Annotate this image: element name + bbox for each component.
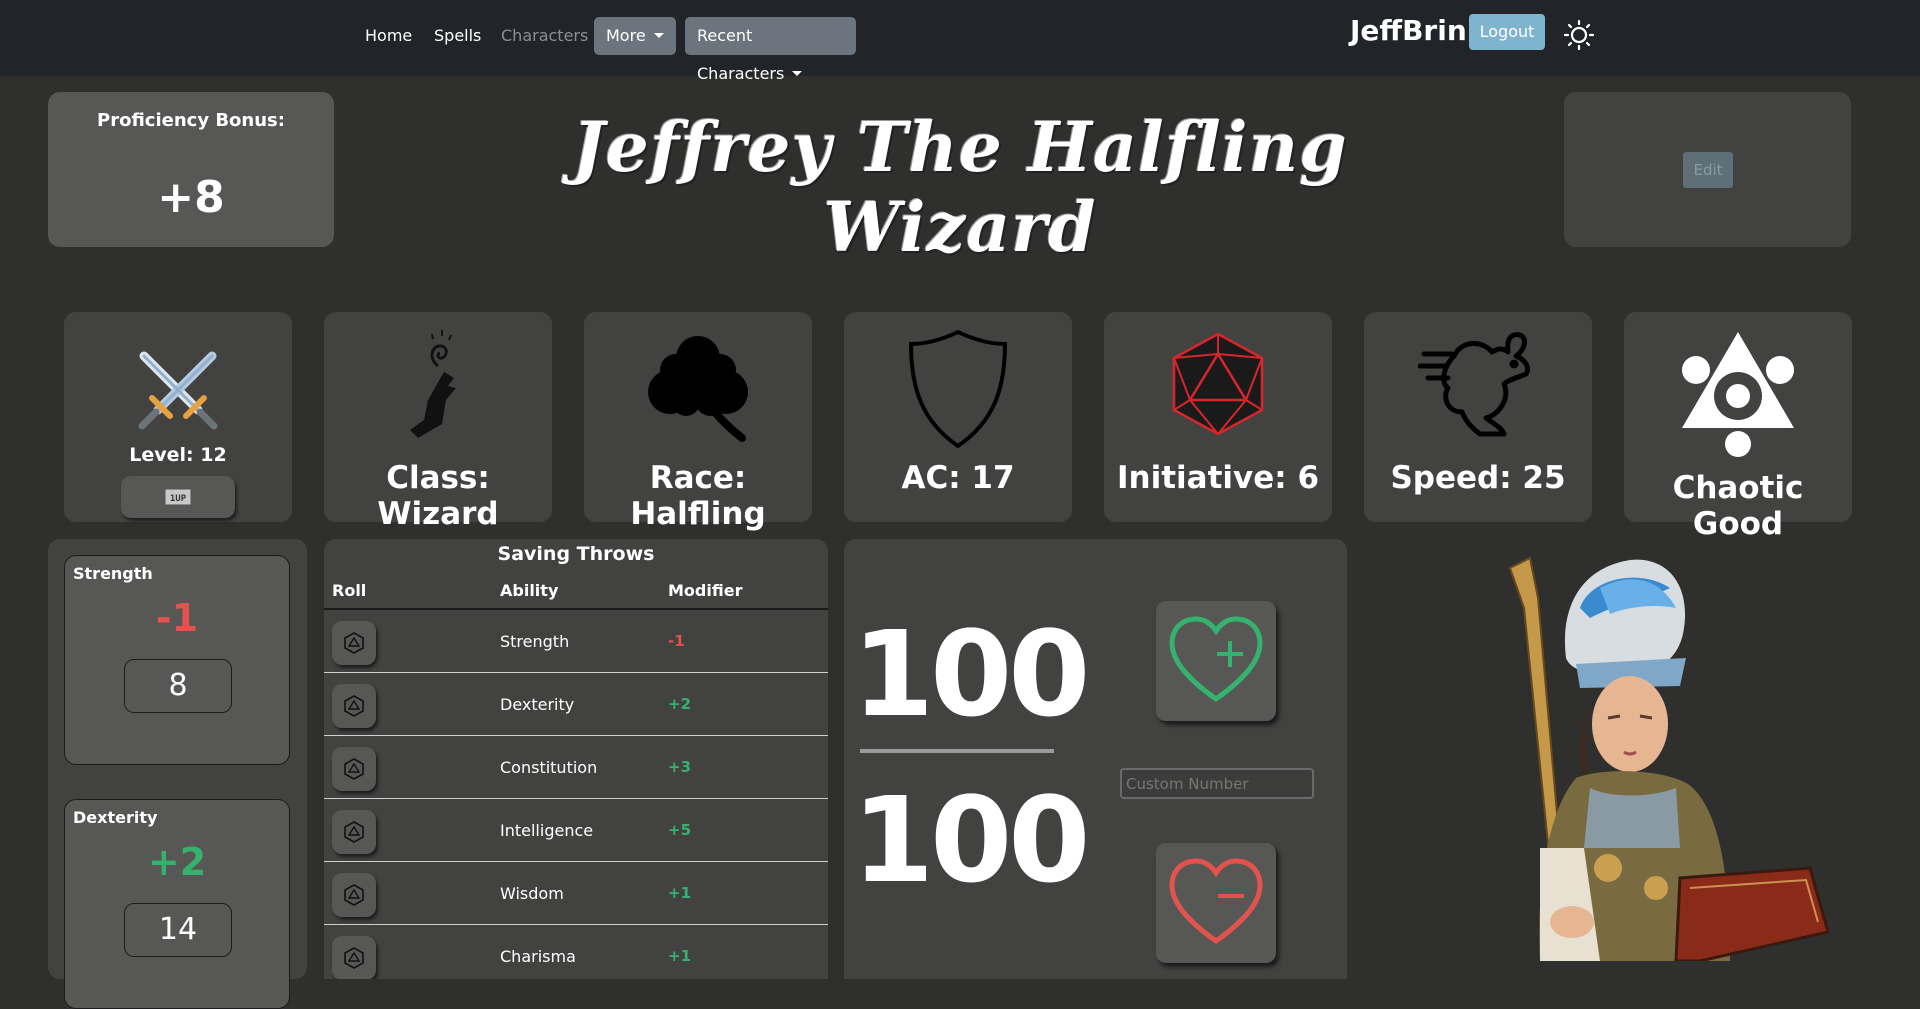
level-up-icon: 1UP: [164, 488, 192, 506]
initiative-card: Initiative: 6: [1104, 312, 1332, 522]
alignment-label: Chaotic Good: [1672, 470, 1804, 542]
alignment-card: Chaotic Good: [1624, 312, 1852, 542]
saving-throws-title: Saving Throws: [497, 543, 655, 565]
saving-throw-ability: Constitution: [500, 758, 598, 777]
saving-throw-row: Constitution +3: [324, 736, 828, 799]
character-name: Jeffrey The Halfling Wizard: [572, 108, 1348, 268]
initiative-label: Initiative: 6: [1116, 460, 1320, 496]
crossed-swords-icon: [138, 351, 218, 430]
sun-icon[interactable]: [1563, 19, 1595, 51]
saving-throw-ability: Charisma: [500, 947, 576, 966]
saving-throw-modifier: +3: [668, 758, 692, 776]
saving-throw-modifier: +1: [668, 947, 692, 965]
level-card: Level: 12 1UP: [64, 312, 292, 522]
heal-button[interactable]: [1156, 601, 1276, 721]
d20-icon: [344, 884, 364, 906]
caret-down-icon: [792, 71, 803, 76]
recent-characters-dropdown-button[interactable]: Recent Characters: [685, 17, 856, 83]
d20-icon: [1172, 332, 1264, 436]
max-hp: 100: [852, 771, 1090, 909]
abilities-panel: Strength -1 8 Dexterity +2 14: [48, 539, 307, 1009]
running-rabbit-icon: [1418, 332, 1531, 437]
more-dropdown-button[interactable]: More: [594, 17, 676, 55]
ac-card: AC: 17: [844, 312, 1072, 522]
roll-dice-button[interactable]: [332, 747, 376, 791]
saving-throw-row: Strength -1: [324, 610, 828, 673]
roll-dice-button[interactable]: [332, 810, 376, 854]
ability-dexterity: Dexterity +2 14: [64, 799, 290, 1009]
saving-throws-panel: Saving Throws Roll Ability Modifier Stre…: [324, 539, 828, 979]
edit-panel: Edit: [1564, 92, 1851, 247]
nav-spells-link[interactable]: Spells: [434, 26, 481, 45]
ability-modifier: -1: [155, 596, 199, 640]
d20-icon: [344, 632, 364, 654]
clover-icon: [648, 336, 748, 442]
column-header-ability: Ability: [500, 581, 559, 600]
damage-button[interactable]: [1156, 843, 1276, 963]
nav-home-link[interactable]: Home: [365, 26, 412, 45]
more-label: More: [606, 26, 646, 45]
saving-throw-modifier: -1: [668, 632, 685, 650]
roll-dice-button[interactable]: [332, 873, 376, 917]
ac-label: AC: 17: [901, 460, 1015, 496]
current-hp: 100: [852, 605, 1090, 743]
race-card: Race: Halfling: [584, 312, 812, 532]
custom-number-input[interactable]: [1120, 768, 1314, 799]
d20-icon: [344, 947, 364, 969]
proficiency-label: Proficiency Bonus:: [97, 110, 285, 131]
ability-name: Strength: [73, 564, 153, 583]
saving-throw-row: Intelligence +5: [324, 799, 828, 862]
character-portrait: [1486, 548, 1830, 961]
d20-icon: [344, 695, 364, 717]
roll-dice-button[interactable]: [332, 621, 376, 665]
saving-throw-ability: Dexterity: [500, 695, 575, 714]
class-card: Class: Wizard: [324, 312, 552, 532]
saving-throw-ability: Intelligence: [500, 821, 594, 840]
speed-card: Speed: 25: [1364, 312, 1592, 522]
saving-throw-modifier: +1: [668, 884, 692, 902]
recent-label: Recent Characters: [697, 26, 785, 83]
nav-characters-link[interactable]: Characters: [501, 26, 588, 45]
navbar: Home Spells Characters More Recent Chara…: [0, 0, 1920, 83]
casting-hand-icon: [410, 330, 456, 438]
d20-icon: [344, 821, 364, 843]
roll-dice-button[interactable]: [332, 684, 376, 728]
heart-plus-icon: [1169, 616, 1263, 703]
hp-divider: [860, 749, 1054, 753]
ability-strength: Strength -1 8: [64, 555, 290, 765]
username: JeffBrin: [1350, 14, 1467, 47]
caret-down-icon: [653, 33, 664, 38]
d20-icon: [344, 758, 364, 780]
column-header-roll: Roll: [332, 581, 367, 600]
class-label: Class: Wizard: [377, 460, 499, 532]
saving-throw-ability: Wisdom: [500, 884, 564, 903]
level-up-button[interactable]: 1UP: [121, 476, 235, 518]
edit-button[interactable]: Edit: [1683, 152, 1733, 188]
ability-score-field[interactable]: 14: [124, 903, 232, 957]
ability-score-field[interactable]: 8: [124, 659, 232, 713]
heart-minus-icon: [1169, 858, 1263, 945]
speed-label: Speed: 25: [1390, 460, 1566, 496]
race-label: Race: Halfling: [630, 460, 766, 532]
shield-icon: [908, 329, 1008, 449]
roll-dice-button[interactable]: [332, 936, 376, 979]
logout-button[interactable]: Logout: [1469, 14, 1545, 50]
column-header-modifier: Modifier: [668, 581, 743, 600]
level-label: Level: 12: [129, 444, 227, 466]
ability-modifier: +2: [147, 840, 207, 884]
proficiency-value: +8: [157, 172, 225, 223]
saving-throw-ability: Strength: [500, 632, 570, 651]
saving-throw-modifier: +2: [668, 695, 692, 713]
saving-throw-row: Dexterity +2: [324, 673, 828, 736]
ability-name: Dexterity: [73, 808, 158, 827]
saving-throw-row: Wisdom +1: [324, 862, 828, 925]
svg-text:1UP: 1UP: [170, 494, 187, 504]
hit-points-panel: 100 100: [844, 539, 1347, 979]
saving-throw-modifier: +5: [668, 821, 692, 839]
alignment-symbol-icon: [1682, 332, 1794, 457]
proficiency-panel: Proficiency Bonus: +8: [48, 92, 334, 247]
saving-throw-row: Charisma +1: [324, 925, 828, 979]
